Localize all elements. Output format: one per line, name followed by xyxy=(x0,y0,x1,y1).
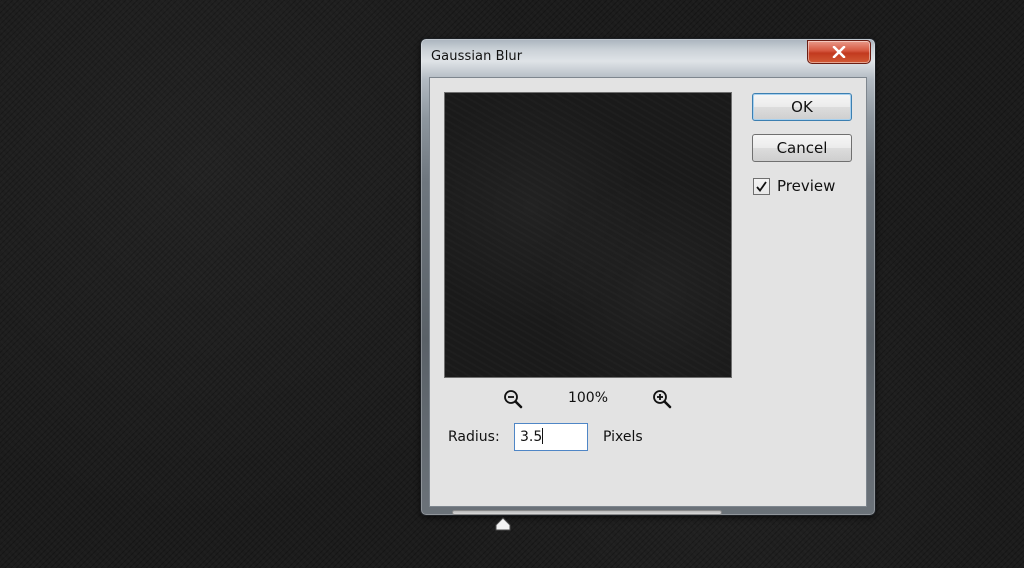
zoom-controls: 100% xyxy=(444,386,732,410)
radius-units-label: Pixels xyxy=(603,429,643,445)
radius-slider-track[interactable] xyxy=(452,510,722,515)
text-caret xyxy=(542,428,544,444)
radius-input[interactable]: 3.5 xyxy=(514,423,588,451)
close-button[interactable] xyxy=(807,40,871,64)
zoom-out-icon xyxy=(504,390,523,409)
preview-image[interactable] xyxy=(444,92,732,378)
dialog-title: Gaussian Blur xyxy=(431,49,523,64)
zoom-in-icon xyxy=(653,390,672,409)
zoom-out-button[interactable] xyxy=(502,388,524,410)
zoom-in-button[interactable] xyxy=(651,388,673,410)
ok-button[interactable]: OK xyxy=(752,93,852,121)
preview-label: Preview xyxy=(777,177,836,195)
preview-checkbox-box[interactable] xyxy=(753,177,770,195)
preview-checkbox[interactable]: Preview xyxy=(753,177,835,195)
dialog-body: 100% Radius: 3.5 Pixels OK Cancel Previe… xyxy=(429,77,867,531)
title-bar[interactable]: Gaussian Blur xyxy=(421,39,875,77)
radius-label: Radius: xyxy=(448,429,500,445)
cancel-button[interactable]: Cancel xyxy=(752,134,852,162)
zoom-level: 100% xyxy=(567,390,609,406)
close-icon xyxy=(832,46,846,58)
radius-value: 3.5 xyxy=(520,429,543,445)
checkmark-icon xyxy=(756,180,767,192)
slider-thumb-icon xyxy=(495,517,511,531)
radius-slider-thumb[interactable] xyxy=(494,516,512,531)
gaussian-blur-dialog: Gaussian Blur 100% Radius: 3.5 Pixels OK… xyxy=(420,38,876,531)
